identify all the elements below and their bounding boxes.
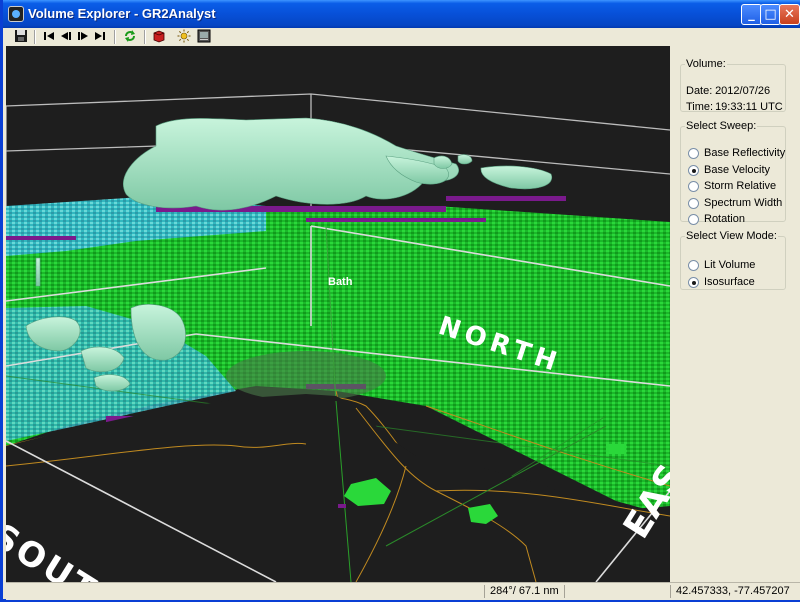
radio-button[interactable] — [688, 148, 699, 159]
skip-back-icon[interactable] — [41, 29, 57, 45]
skip-forward-icon[interactable] — [92, 29, 108, 45]
date-key: Date: — [686, 85, 713, 97]
radio-button[interactable] — [688, 260, 699, 271]
radio-button-selected[interactable] — [688, 165, 699, 176]
window-title: Volume Explorer - GR2Analyst — [28, 6, 216, 21]
select-sweep-legend: Select Sweep: — [686, 120, 757, 132]
display-icon[interactable] — [196, 29, 212, 45]
status-bar: 284°/ 67.1 nm 42.457333, -77.457207 — [6, 582, 800, 600]
select-view-mode-legend: Select View Mode: — [686, 230, 777, 242]
volume-explorer-window: Volume Explorer - GR2Analyst _ □ ✕ Bath … — [0, 0, 800, 602]
time-line: Time: 19:33:11 UTC — [686, 101, 783, 113]
radar-scene — [6, 93, 670, 582]
date-line: Date: 2012/07/26 — [686, 85, 770, 97]
minimize-button[interactable]: _ — [741, 4, 762, 25]
maximize-button[interactable]: □ — [760, 4, 781, 25]
time-key: Time: — [686, 101, 714, 113]
time-value: 19:33:11 UTC — [715, 101, 783, 113]
status-cell-empty-1 — [6, 585, 484, 598]
refresh-icon[interactable] — [122, 29, 138, 45]
select-view-mode-group: Select View Mode: Lit Volume Isosurface — [680, 230, 786, 290]
radio-button-selected[interactable] — [688, 277, 699, 288]
app-icon — [8, 6, 24, 22]
3d-radar-view[interactable]: Bath NORTH SOUTH EAS — [6, 46, 670, 582]
volume-legend: Volume: — [686, 58, 726, 70]
close-button[interactable]: ✕ — [779, 4, 800, 25]
cube-icon[interactable] — [151, 29, 167, 45]
step-back-icon[interactable] — [58, 29, 74, 45]
radio-button[interactable] — [688, 214, 699, 225]
control-panel: Volume: Date: 2012/07/26 Time: 19:33:11 … — [670, 46, 800, 582]
step-forward-icon[interactable] — [75, 29, 91, 45]
date-value: 2012/07/26 — [715, 85, 771, 97]
save-icon[interactable] — [13, 29, 29, 45]
select-sweep-group: Select Sweep: Base Reflectivity Base Vel… — [680, 120, 786, 225]
radio-button[interactable] — [688, 198, 699, 209]
status-cell-empty-2 — [564, 585, 670, 598]
bearing-readout: 284°/ 67.1 nm — [484, 585, 564, 598]
toolbar — [6, 28, 800, 46]
volume-group: Volume: Date: 2012/07/26 Time: 19:33:11 … — [680, 58, 786, 113]
shadow — [226, 351, 386, 401]
title-bar[interactable]: Volume Explorer - GR2Analyst _ □ ✕ — [3, 0, 800, 28]
radio-button[interactable] — [688, 181, 699, 192]
sun-icon[interactable] — [176, 29, 192, 45]
place-label-bath: Bath — [328, 276, 353, 288]
coordinate-readout: 42.457333, -77.457207 — [670, 585, 800, 598]
